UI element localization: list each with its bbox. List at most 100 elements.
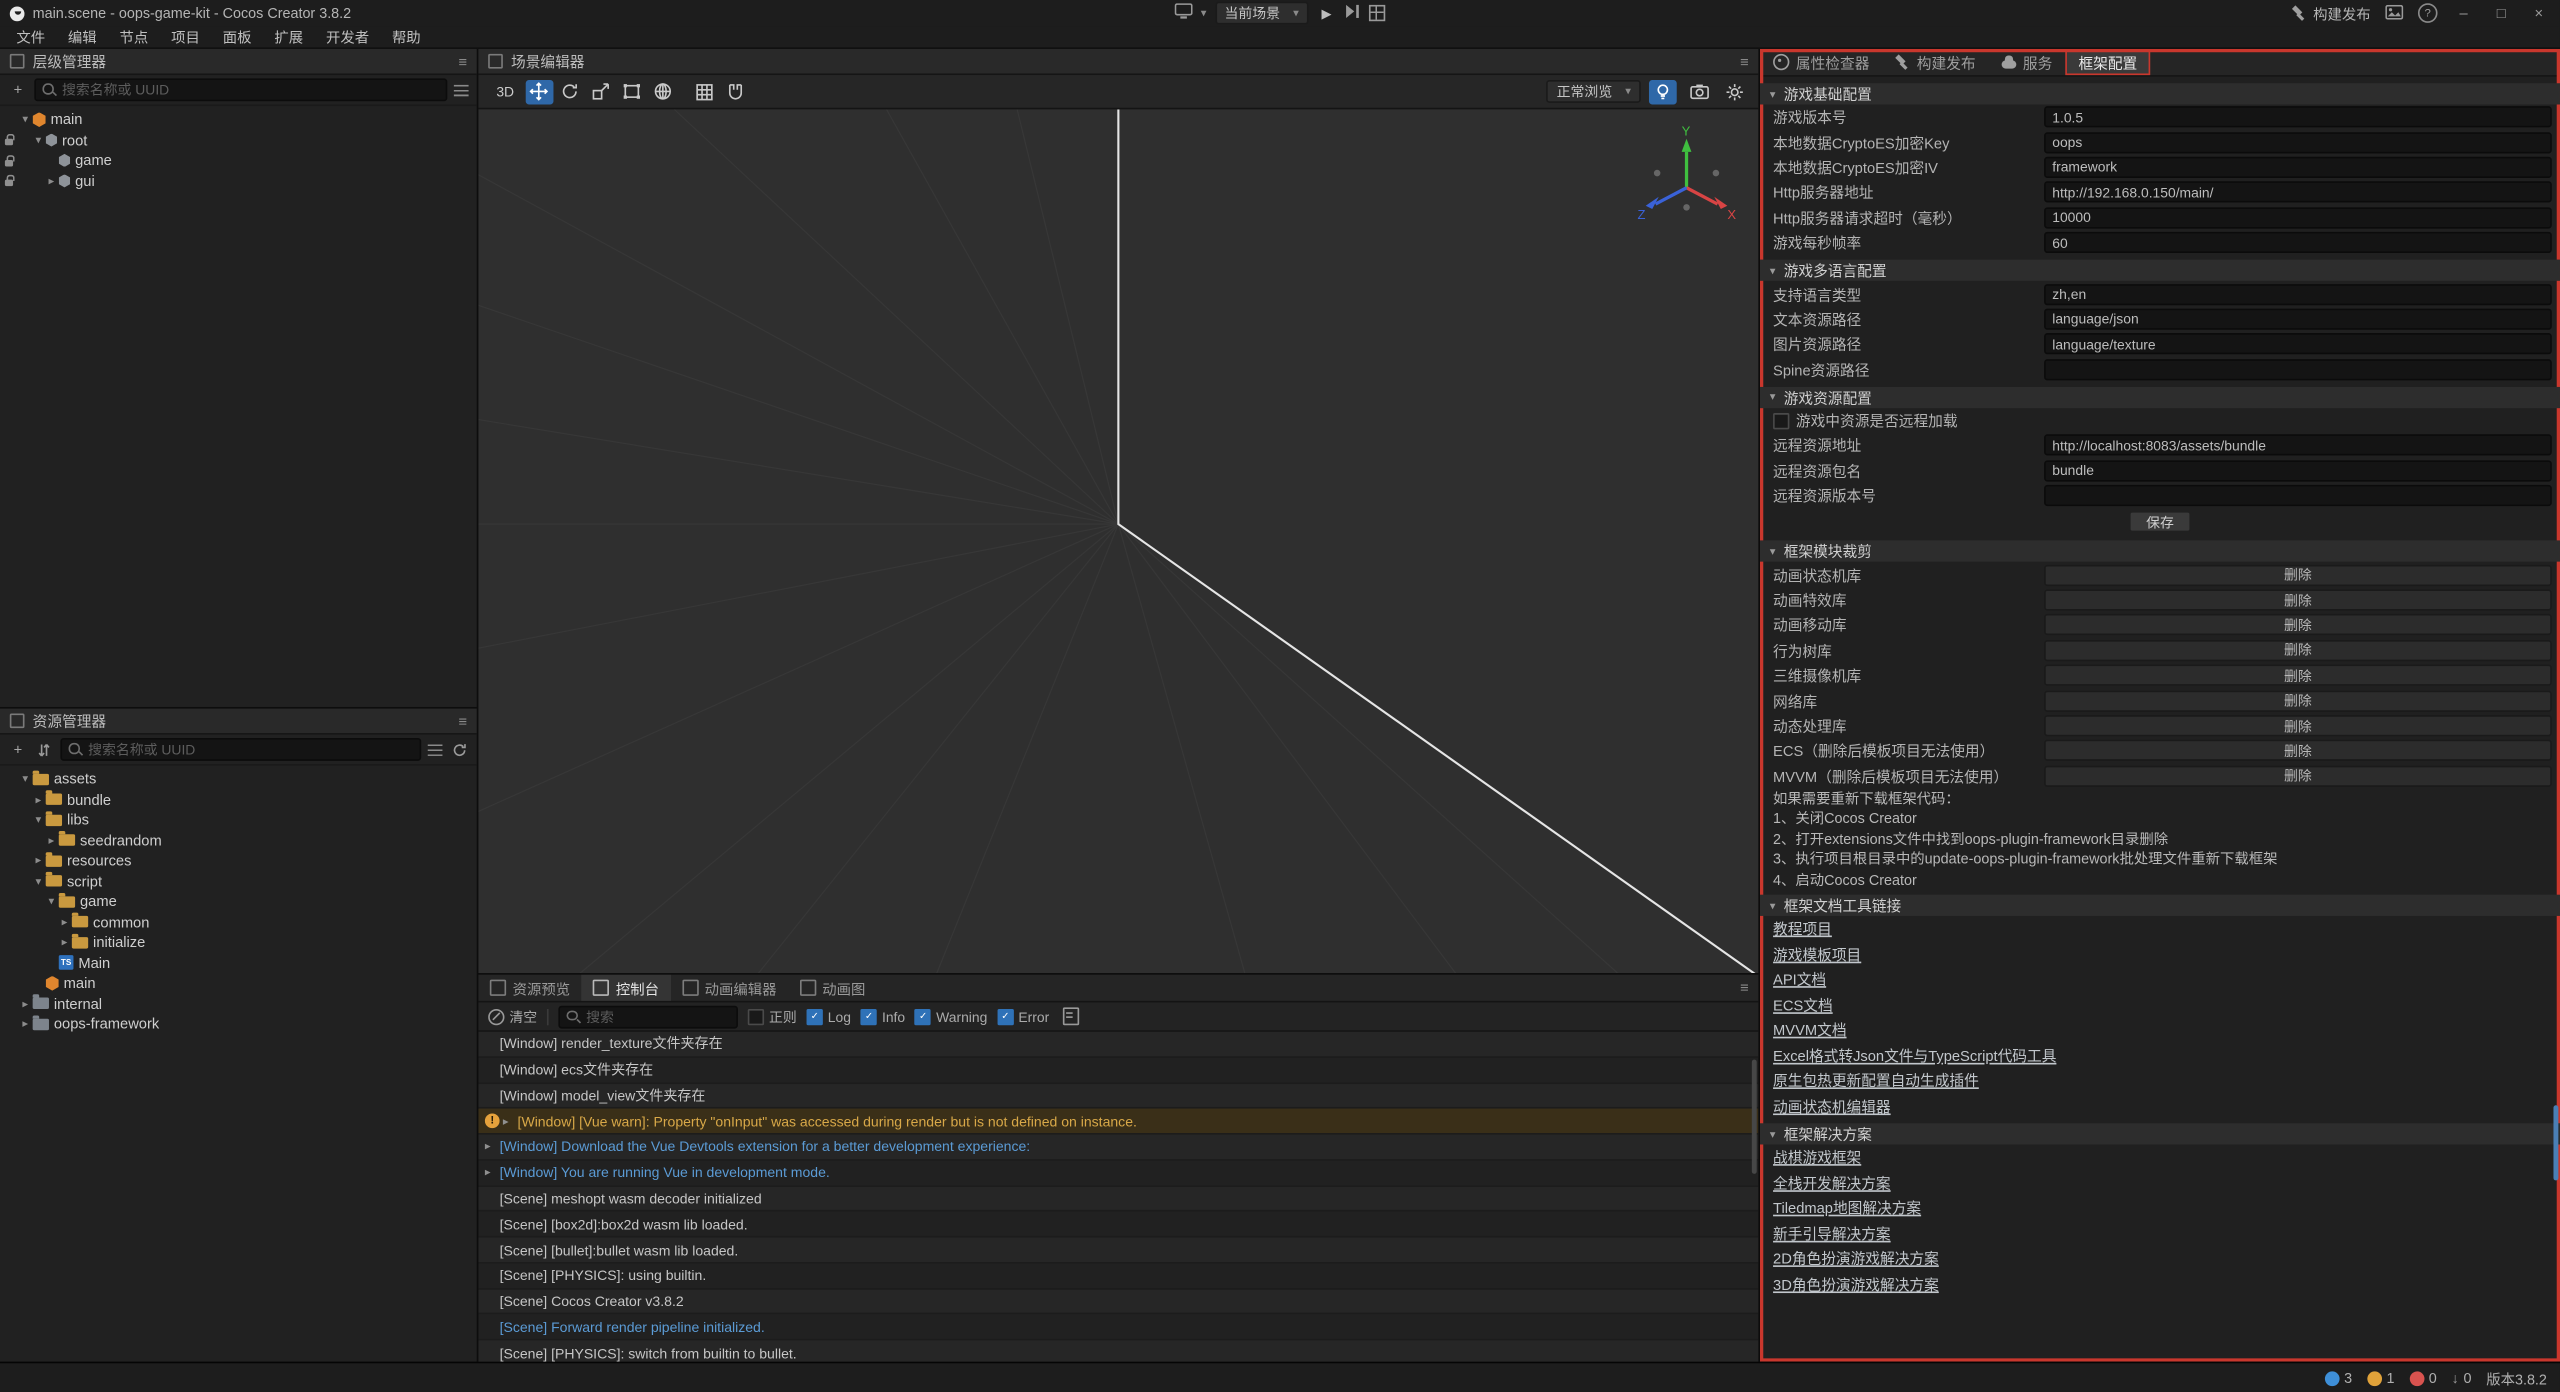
status-error[interactable]: 0 [2409, 1370, 2437, 1386]
step-button[interactable] [1345, 3, 1361, 23]
status-info[interactable]: 3 [2325, 1370, 2353, 1386]
menu-item-编辑[interactable]: 编辑 [57, 26, 109, 47]
chevron-right-icon[interactable]: ▸ [18, 1018, 33, 1031]
delete-button[interactable]: 删除 [2044, 690, 2552, 711]
log-row[interactable]: [Scene] [PHYSICS]: switch from builtin t… [478, 1341, 1758, 1362]
delete-button[interactable]: 删除 [2044, 564, 2552, 585]
chevron-down-icon[interactable]: ▾ [31, 133, 46, 146]
log-row[interactable]: [Window] render_texture文件夹存在 [478, 1032, 1758, 1058]
filter-info[interactable]: Info [861, 1008, 905, 1024]
log-row[interactable]: !▸[Window] [Vue warn]: Property "onInput… [478, 1109, 1758, 1135]
doc-link[interactable]: 3D角色扮演游戏解决方案 [1773, 1273, 1939, 1294]
delete-button[interactable]: 删除 [2044, 740, 2552, 761]
doc-link[interactable]: ECS文档 [1773, 994, 1833, 1015]
status-download[interactable]: ↓ 0 [2451, 1370, 2471, 1386]
doc-link[interactable]: 教程项目 [1773, 918, 1832, 939]
doc-link[interactable]: Excel格式转Json文件与TypeScript代码工具 [1773, 1045, 2056, 1066]
property-input[interactable]: language/json [2044, 308, 2552, 329]
hierarchy-node-main[interactable]: ▾main [0, 109, 477, 129]
console-tab-资源预览[interactable]: 资源预览 [478, 975, 581, 1001]
menu-item-项目[interactable]: 项目 [160, 26, 212, 47]
scene-settings-gear-icon[interactable] [1721, 79, 1749, 103]
sort-assets-icon[interactable] [34, 740, 54, 760]
view-mode-select[interactable]: 正常浏览 ▾ [1547, 80, 1641, 103]
clear-console-button[interactable]: 清空 [488, 1007, 537, 1027]
log-row[interactable]: [Window] ecs文件夹存在 [478, 1058, 1758, 1084]
chevron-right-icon[interactable]: ▸ [44, 834, 59, 847]
doc-link[interactable]: 战棋游戏框架 [1773, 1147, 1861, 1168]
chevron-right-icon[interactable]: ▸ [18, 997, 33, 1010]
console-scrollbar[interactable] [1752, 1060, 1757, 1174]
doc-link[interactable]: 游戏模板项目 [1773, 943, 1861, 964]
rotate-tool-button[interactable] [557, 79, 585, 103]
doc-link[interactable]: MVVM文档 [1773, 1019, 1846, 1040]
delete-button[interactable]: 删除 [2044, 715, 2552, 736]
log-row[interactable]: [Scene] Forward render pipeline initiali… [478, 1315, 1758, 1341]
hierarchy-node-root[interactable]: ▾root [0, 130, 477, 150]
filter-log[interactable]: Log [807, 1008, 851, 1024]
scene-select[interactable]: 当前场景 ▾ [1215, 2, 1309, 25]
property-input[interactable] [2044, 485, 2552, 506]
log-row[interactable]: [Window] model_view文件夹存在 [478, 1083, 1758, 1109]
minimize-button[interactable]: – [2452, 5, 2475, 21]
property-input[interactable]: framework [2044, 157, 2552, 178]
log-row[interactable]: [Scene] [PHYSICS]: using builtin. [478, 1263, 1758, 1289]
doc-link[interactable]: 动画状态机编辑器 [1773, 1095, 1891, 1116]
layout-icon[interactable] [2385, 4, 2403, 22]
maximize-button[interactable]: □ [2490, 5, 2513, 21]
section-header-框架文档工具链接[interactable]: ▾框架文档工具链接 [1760, 895, 2560, 916]
delete-button[interactable]: 删除 [2044, 615, 2552, 636]
inspector-tab-构建发布[interactable]: 构建发布 [1882, 49, 1988, 75]
camera-settings-button[interactable] [1685, 79, 1713, 103]
chevron-right-icon[interactable]: ▸ [57, 916, 72, 929]
chevron-down-icon[interactable]: ▾ [31, 875, 46, 888]
menu-item-文件[interactable]: 文件 [5, 26, 57, 47]
property-input[interactable] [2044, 359, 2552, 380]
section-header-游戏资源配置[interactable]: ▾游戏资源配置 [1760, 387, 2560, 408]
asset-node-common[interactable]: ▸common [0, 912, 477, 932]
console-tab-动画编辑器[interactable]: 动画编辑器 [670, 975, 788, 1001]
section-header-框架模块裁剪[interactable]: ▾框架模块裁剪 [1760, 541, 2560, 562]
filter-warning[interactable]: Warning [915, 1008, 987, 1024]
property-input[interactable]: http://192.168.0.150/main/ [2044, 182, 2552, 203]
scene-menu-icon[interactable]: ≡ [1740, 53, 1749, 69]
inspector-scrollbar[interactable] [2553, 1105, 2558, 1180]
log-row[interactable]: ▸[Window] Download the Vue Devtools exte… [478, 1135, 1758, 1161]
doc-link[interactable]: 2D角色扮演游戏解决方案 [1773, 1248, 1939, 1269]
inspector-tab-服务[interactable]: 服务 [1989, 49, 2066, 75]
console-menu-icon[interactable]: ≡ [1740, 980, 1749, 996]
log-row[interactable]: [Scene] [bullet]:bullet wasm lib loaded. [478, 1238, 1758, 1264]
preview-target-icon[interactable] [1175, 3, 1193, 23]
menu-item-帮助[interactable]: 帮助 [381, 26, 433, 47]
chevron-down-icon[interactable]: ▾ [44, 895, 59, 908]
delete-button[interactable]: 删除 [2044, 665, 2552, 686]
grid-snap-button[interactable] [690, 79, 718, 103]
chevron-right-icon[interactable]: ▸ [44, 174, 59, 187]
console-tab-动画图[interactable]: 动画图 [788, 975, 877, 1001]
export-log-icon[interactable] [1062, 1007, 1078, 1025]
hierarchy-node-game[interactable]: game [0, 150, 477, 170]
inspector-tab-框架配置[interactable]: 框架配置 [2065, 49, 2150, 75]
chevron-down-icon[interactable]: ▾ [18, 773, 33, 786]
delete-button[interactable]: 删除 [2044, 765, 2552, 786]
property-input[interactable]: oops [2044, 132, 2552, 153]
save-button[interactable]: 保存 [2130, 512, 2190, 533]
play-button[interactable]: ▶ [1317, 3, 1337, 23]
asset-node-initialize[interactable]: ▸initialize [0, 932, 477, 952]
magnet-snap-button[interactable] [721, 79, 749, 103]
asset-node-oops-framework[interactable]: ▸oops-framework [0, 1014, 477, 1034]
asset-node-script[interactable]: ▾script [0, 871, 477, 891]
add-node-button[interactable]: + [8, 80, 28, 100]
preview-target-caret-icon[interactable]: ▾ [1201, 7, 1207, 20]
regex-toggle[interactable]: 正则 [748, 1007, 797, 1027]
section-header-游戏基础配置[interactable]: ▾游戏基础配置 [1760, 83, 2560, 104]
delete-button[interactable]: 删除 [2044, 640, 2552, 661]
property-input[interactable]: http://localhost:8083/assets/bundle [2044, 435, 2552, 456]
hierarchy-filter-icon[interactable] [454, 84, 469, 95]
log-row[interactable]: ▸[Window] You are running Vue in develop… [478, 1161, 1758, 1187]
console-tab-控制台[interactable]: 控制台 [582, 975, 671, 1001]
filter-error[interactable]: Error [997, 1008, 1049, 1024]
property-input[interactable]: bundle [2044, 460, 2552, 481]
move-tool-button[interactable] [526, 79, 554, 103]
property-input[interactable]: language/texture [2044, 334, 2552, 355]
